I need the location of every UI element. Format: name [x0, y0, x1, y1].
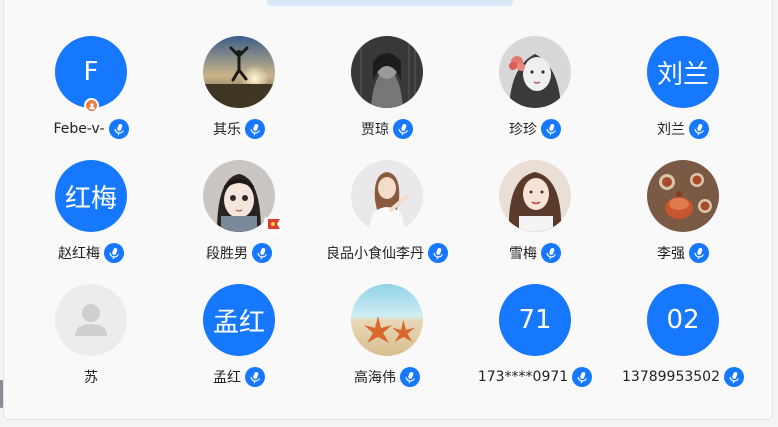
- member-name: 李强: [657, 246, 685, 262]
- microphone-icon[interactable]: [108, 119, 129, 139]
- avatar[interactable]: 71: [499, 284, 571, 356]
- microphone-icon[interactable]: [428, 243, 448, 263]
- member-item[interactable]: 高海伟: [312, 284, 460, 408]
- avatar-initials: F: [83, 57, 99, 87]
- member-item[interactable]: 良品小食仙李丹: [312, 160, 460, 284]
- microphone-icon[interactable]: [723, 367, 744, 387]
- avatar[interactable]: 孟红: [203, 284, 275, 356]
- member-item[interactable]: 02 13789953502: [608, 284, 756, 408]
- member-name: 13789953502: [622, 369, 720, 385]
- avatar[interactable]: 刘兰: [647, 36, 719, 108]
- avatar-initials: 刘兰: [656, 59, 709, 90]
- member-name: Febe-v-: [53, 121, 105, 137]
- member-name: 良品小食仙李丹: [326, 246, 424, 262]
- member-name-row: 良品小食仙李丹: [312, 242, 462, 264]
- flag-badge-icon: [264, 217, 282, 233]
- avatar-initials: 红梅: [64, 183, 117, 214]
- member-item[interactable]: 段胜男: [164, 160, 312, 284]
- microphone-icon[interactable]: [541, 119, 561, 139]
- microphone-icon[interactable]: [245, 367, 265, 387]
- member-name-row: 苏: [16, 366, 166, 388]
- member-item[interactable]: 71 173****0971: [460, 284, 608, 408]
- member-name-row: 赵红梅: [16, 242, 166, 264]
- panel-top-tab[interactable]: [267, 0, 513, 6]
- microphone-icon[interactable]: [541, 243, 561, 263]
- avatar-photo[interactable]: [203, 36, 275, 108]
- microphone-icon[interactable]: [689, 119, 709, 139]
- member-name: 高海伟: [354, 370, 396, 386]
- member-name-row: 173****0971: [460, 366, 610, 388]
- member-item[interactable]: 其乐: [164, 36, 312, 160]
- member-name-row: 孟红: [164, 366, 314, 388]
- member-name: 珍珍: [509, 122, 537, 138]
- microphone-icon[interactable]: [393, 119, 413, 139]
- avatar[interactable]: 02: [647, 284, 719, 356]
- member-name: 赵红梅: [58, 246, 100, 262]
- member-name: 其乐: [213, 122, 241, 138]
- avatar-initials: 02: [666, 305, 700, 335]
- member-item[interactable]: 李强: [608, 160, 756, 284]
- default-avatar[interactable]: [55, 284, 127, 356]
- member-name-row: 段胜男: [164, 242, 314, 264]
- member-grid: F Febe-v- 其乐 贾琼 珍珍 刘兰 刘兰 红梅 赵红梅 段胜男 良品小食仙李丹 雪梅 李强苏孟红…: [16, 36, 756, 416]
- microphone-icon[interactable]: [245, 119, 265, 139]
- microphone-icon[interactable]: [104, 243, 124, 263]
- member-item[interactable]: 苏: [16, 284, 164, 408]
- microphone-icon[interactable]: [400, 367, 420, 387]
- member-name: 苏: [84, 370, 98, 386]
- member-name-row: Febe-v-: [16, 118, 166, 140]
- member-item[interactable]: 雪梅: [460, 160, 608, 284]
- avatar-photo[interactable]: [351, 36, 423, 108]
- member-item[interactable]: F Febe-v-: [16, 36, 164, 160]
- avatar-photo[interactable]: [351, 284, 423, 356]
- member-name-row: 珍珍: [460, 118, 610, 140]
- avatar-photo[interactable]: [351, 160, 423, 232]
- member-name: 贾琼: [361, 122, 389, 138]
- member-item[interactable]: 刘兰 刘兰: [608, 36, 756, 160]
- member-name: 刘兰: [657, 122, 685, 138]
- member-item[interactable]: 珍珍: [460, 36, 608, 160]
- avatar-initials: 孟红: [212, 307, 265, 338]
- microphone-icon[interactable]: [572, 367, 593, 387]
- avatar-photo[interactable]: [499, 36, 571, 108]
- member-name-row: 13789953502: [608, 366, 758, 388]
- member-name-row: 雪梅: [460, 242, 610, 264]
- admin-badge-icon: [84, 98, 99, 113]
- member-name-row: 高海伟: [312, 366, 462, 388]
- member-name: 段胜男: [206, 246, 248, 262]
- member-name-row: 李强: [608, 242, 758, 264]
- avatar[interactable]: 红梅: [55, 160, 127, 232]
- member-name-row: 刘兰: [608, 118, 758, 140]
- microphone-icon[interactable]: [252, 243, 272, 263]
- member-name: 孟红: [213, 370, 241, 386]
- member-name: 雪梅: [509, 246, 537, 262]
- microphone-icon[interactable]: [689, 243, 709, 263]
- member-name-row: 其乐: [164, 118, 314, 140]
- member-item[interactable]: 红梅赵红梅: [16, 160, 164, 284]
- avatar-photo[interactable]: [647, 160, 719, 232]
- avatar-initials: 71: [518, 305, 552, 335]
- member-item[interactable]: 贾琼: [312, 36, 460, 160]
- resize-handle[interactable]: [0, 380, 3, 408]
- avatar-photo[interactable]: [499, 160, 571, 232]
- member-name-row: 贾琼: [312, 118, 462, 140]
- member-item[interactable]: 孟红 孟红: [164, 284, 312, 408]
- member-panel: F Febe-v- 其乐 贾琼 珍珍 刘兰 刘兰 红梅 赵红梅 段胜男 良品小食仙李丹 雪梅 李强苏孟红…: [3, 0, 773, 420]
- member-name: 173****0971: [477, 369, 569, 385]
